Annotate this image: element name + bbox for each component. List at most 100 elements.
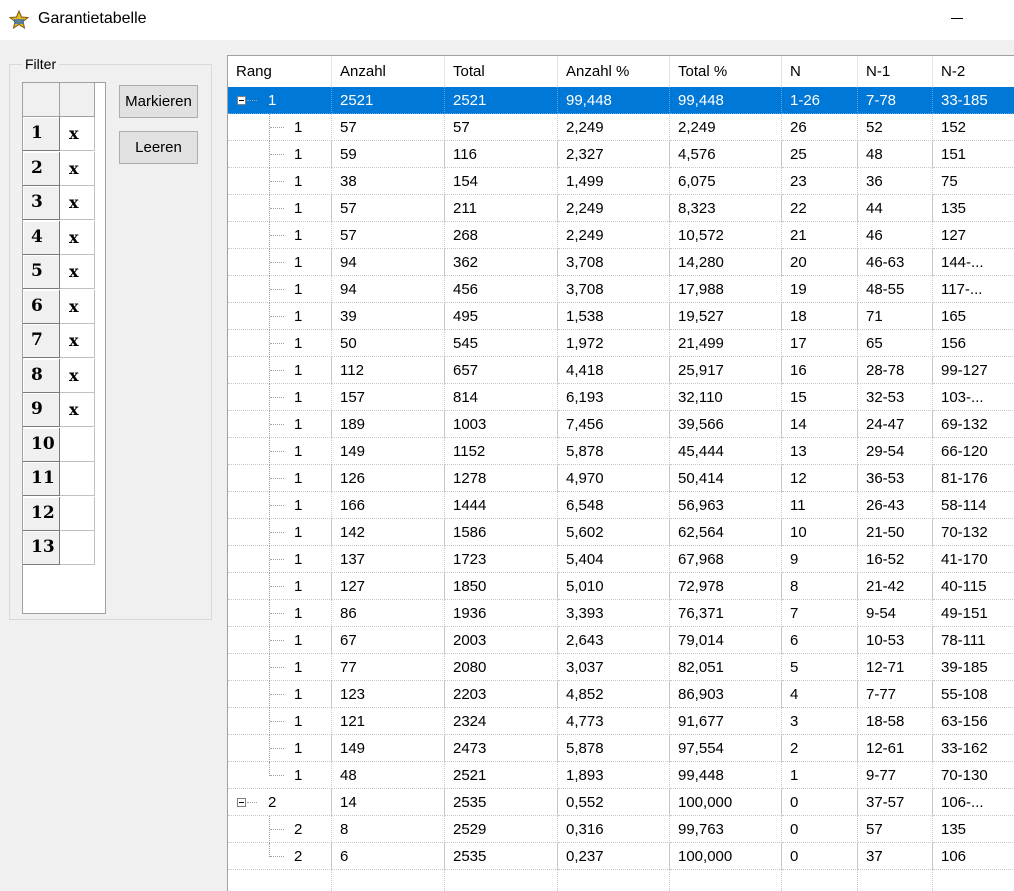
filter-row-value[interactable]: x [60, 220, 95, 255]
table-row[interactable]: 1 57 268 2,249 10,572 21 46 127 [228, 222, 1014, 249]
filter-row-number[interactable]: 5 [23, 255, 60, 289]
filter-row-number[interactable]: 3 [23, 186, 60, 220]
filter-row-number[interactable]: 9 [23, 393, 60, 427]
filter-row-value[interactable]: x [60, 255, 95, 289]
tree-connector [247, 100, 257, 101]
cell-n-2: 127 [933, 222, 1014, 249]
table-row[interactable]: 1 86 1936 3,393 76,371 7 9-54 49-151 [228, 600, 1014, 627]
table-row[interactable]: 1 50 545 1,972 21,499 17 65 156 [228, 330, 1014, 357]
table-row[interactable]: 2 6 2535 0,237 100,000 0 37 106 [228, 843, 1014, 870]
filter-row-value[interactable]: x [60, 289, 95, 324]
filter-row-value[interactable] [60, 462, 95, 496]
filter-grid[interactable]: 1 x 2 x 3 x 4 x 5 x 6 x 7 x 8 x 9 x 10 11 12 13 [22, 82, 106, 614]
cell-anzahl: 59 [332, 141, 445, 168]
collapse-icon[interactable] [237, 96, 246, 105]
filter-row-value[interactable] [60, 427, 95, 462]
tree-group-row[interactable]: 1 2521 2521 99,448 99,448 1-26 7-78 33-185 [228, 87, 1014, 114]
clear-button[interactable]: Leeren [119, 131, 198, 164]
table-row[interactable]: 1 123 2203 4,852 86,903 4 7-77 55-108 [228, 681, 1014, 708]
table-row[interactable]: 1 127 1850 5,010 72,978 8 21-42 40-115 [228, 573, 1014, 600]
cell-anzahl: 4,970 [558, 465, 670, 492]
column-header-n-1[interactable]: N-1 [858, 56, 933, 86]
filter-row-number[interactable]: 6 [23, 289, 60, 324]
cell-anzahl: 50 [332, 330, 445, 357]
column-header-anzahl[interactable]: Anzahl [332, 56, 445, 86]
tree-group-row[interactable]: 2 14 2535 0,552 100,000 0 37-57 106-... [228, 789, 1014, 816]
cell-n: 15 [782, 384, 858, 411]
table-row[interactable]: 1 142 1586 5,602 62,564 10 21-50 70-132 [228, 519, 1014, 546]
filter-row-value[interactable]: x [60, 324, 95, 358]
table-row[interactable]: 1 166 1444 6,548 56,963 11 26-43 58-114 [228, 492, 1014, 519]
column-header-total[interactable]: Total % [670, 56, 782, 86]
table-row[interactable]: 1 57 57 2,249 2,249 26 52 152 [228, 114, 1014, 141]
cell-anzahl: 2,249 [558, 114, 670, 141]
guarantee-tree-list[interactable]: Rang Anzahl Total Anzahl % Total % N N-1 N-2 12… [227, 55, 1014, 891]
filter-row-number[interactable]: 1 [23, 117, 60, 151]
cell-total: 8,323 [670, 195, 782, 222]
filter-row-number[interactable]: 7 [23, 324, 60, 358]
column-header-n[interactable]: N [782, 56, 858, 86]
cell-n: 0 [782, 843, 858, 870]
filter-row-value[interactable]: x [60, 358, 95, 393]
cell-total: 72,978 [670, 573, 782, 600]
filter-row-number[interactable]: 4 [23, 220, 60, 255]
filter-row-number[interactable]: 2 [23, 151, 60, 186]
cell-n: 23 [782, 168, 858, 195]
column-header-anzahl[interactable]: Anzahl % [558, 56, 670, 86]
table-row[interactable]: 1 57 211 2,249 8,323 22 44 135 [228, 195, 1014, 222]
cell-anzahl: 5,878 [558, 735, 670, 762]
column-header-total[interactable]: Total [445, 56, 558, 86]
table-row[interactable]: 1 126 1278 4,970 50,414 12 36-53 81-176 [228, 465, 1014, 492]
table-row[interactable]: 1 94 362 3,708 14,280 20 46-63 144-... [228, 249, 1014, 276]
table-row[interactable]: 1 149 2473 5,878 97,554 2 12-61 33-162 [228, 735, 1014, 762]
table-row[interactable]: 1 39 495 1,538 19,527 18 71 165 [228, 303, 1014, 330]
cell-total: 99,448 [670, 762, 782, 789]
table-row[interactable]: 1 48 2521 1,893 99,448 1 9-77 70-130 [228, 762, 1014, 789]
filter-row-number[interactable]: 10 [23, 427, 60, 462]
table-row[interactable]: 1 59 116 2,327 4,576 25 48 151 [228, 141, 1014, 168]
table-row[interactable]: 1 157 814 6,193 32,110 15 32-53 103-... [228, 384, 1014, 411]
filter-row-value[interactable]: x [60, 186, 95, 220]
cell-anzahl: 1,538 [558, 303, 670, 330]
mark-button[interactable]: Markieren [119, 85, 198, 118]
cell-n: 0 [782, 789, 858, 816]
table-row[interactable]: 1 137 1723 5,404 67,968 9 16-52 41-170 [228, 546, 1014, 573]
cell-n-2: 75 [933, 168, 1014, 195]
cell-n-1: 46-63 [858, 249, 933, 276]
table-row[interactable]: 2 8 2529 0,316 99,763 0 57 135 [228, 816, 1014, 843]
table-row[interactable]: 1 149 1152 5,878 45,444 13 29-54 66-120 [228, 438, 1014, 465]
cell-total: 19,527 [670, 303, 782, 330]
filter-row-value[interactable]: x [60, 117, 95, 151]
filter-row-value[interactable] [60, 531, 95, 565]
filter-row-value[interactable]: x [60, 151, 95, 186]
minimize-button[interactable] [946, 4, 968, 28]
cell-total: 2535 [445, 843, 558, 870]
cell-n: 8 [782, 573, 858, 600]
cell-total: 1850 [445, 573, 558, 600]
table-row[interactable]: 1 121 2324 4,773 91,677 3 18-58 63-156 [228, 708, 1014, 735]
cell-total: 2,249 [670, 114, 782, 141]
table-row[interactable]: 1 38 154 1,499 6,075 23 36 75 [228, 168, 1014, 195]
column-header-rang[interactable]: Rang [228, 56, 332, 86]
cell-n: 0 [782, 816, 858, 843]
cell-n-2: 103-... [933, 384, 1014, 411]
cell-total: 62,564 [670, 519, 782, 546]
table-row[interactable]: 1 112 657 4,418 25,917 16 28-78 99-127 [228, 357, 1014, 384]
table-row[interactable]: 1 67 2003 2,643 79,014 6 10-53 78-111 [228, 627, 1014, 654]
filter-row-value[interactable] [60, 496, 95, 531]
cell-n-2: 40-115 [933, 573, 1014, 600]
filter-row-number[interactable]: 11 [23, 462, 60, 496]
filter-row-number[interactable]: 8 [23, 358, 60, 393]
cell-n: 14 [782, 411, 858, 438]
cell-total: 50,414 [670, 465, 782, 492]
table-row[interactable]: 1 189 1003 7,456 39,566 14 24-47 69-132 [228, 411, 1014, 438]
filter-row-number[interactable]: 12 [23, 496, 60, 531]
cell-anzahl: 4,773 [558, 708, 670, 735]
cell-total: 211 [445, 195, 558, 222]
column-header-n-2[interactable]: N-2 [933, 56, 1014, 86]
table-row[interactable]: 1 77 2080 3,037 82,051 5 12-71 39-185 [228, 654, 1014, 681]
table-row[interactable]: 1 94 456 3,708 17,988 19 48-55 117-... [228, 276, 1014, 303]
filter-row-number[interactable]: 13 [23, 531, 60, 565]
filter-row-value[interactable]: x [60, 393, 95, 427]
collapse-icon[interactable] [237, 798, 246, 807]
